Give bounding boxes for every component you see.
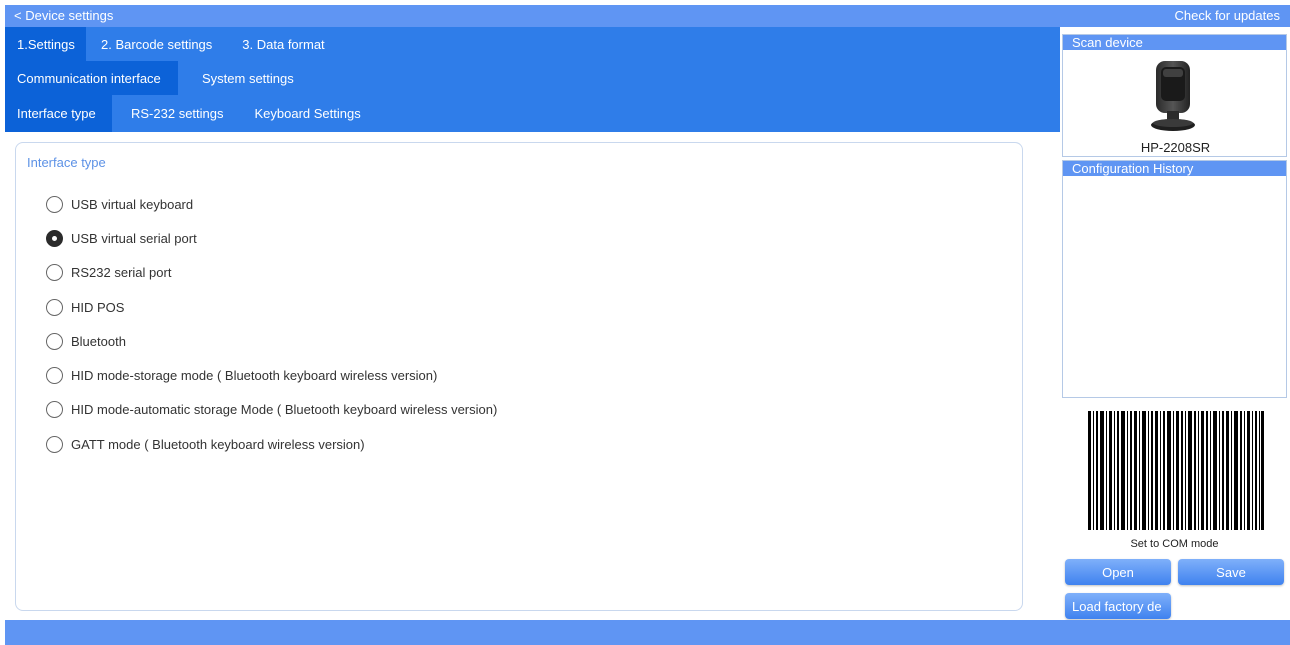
option-label: HID POS: [71, 299, 125, 315]
tab-communication-interface[interactable]: Communication interface: [5, 61, 178, 95]
option-label: RS232 serial port: [71, 265, 172, 281]
radio-button[interactable]: [46, 264, 63, 282]
tab-keyboard-settings[interactable]: Keyboard Settings: [236, 95, 373, 132]
option-hid-automatic-storage-mode[interactable]: HID mode-automatic storage Mode ( Blueto…: [46, 393, 497, 427]
configuration-history-title: Configuration History: [1063, 161, 1286, 176]
radio-button-selected[interactable]: [46, 229, 63, 247]
option-bluetooth[interactable]: Bluetooth: [46, 324, 497, 358]
barcode-caption: Set to COM mode: [1130, 538, 1219, 550]
radio-button[interactable]: [46, 367, 63, 385]
load-factory-defaults-button[interactable]: Load factory de: [1065, 593, 1171, 619]
bottom-status-bar: [5, 620, 1290, 645]
check-for-updates-link[interactable]: Check for updates: [1174, 8, 1280, 23]
scanner-device-icon: [1151, 61, 1195, 131]
top-bar: < Device settings Check for updates: [5, 5, 1290, 27]
tab-data-format[interactable]: 3. Data format: [227, 27, 339, 61]
scan-device-panel: Scan device HP-2208SR: [1062, 34, 1287, 157]
tab-barcode-settings[interactable]: 2. Barcode settings: [86, 27, 227, 61]
barcode-image: [1088, 411, 1264, 530]
tab-system-settings[interactable]: System settings: [178, 61, 306, 95]
option-label: USB virtual keyboard: [71, 196, 194, 212]
radio-button[interactable]: [46, 195, 63, 213]
option-hid-pos[interactable]: HID POS: [46, 290, 497, 324]
option-label: HID mode-automatic storage Mode ( Blueto…: [71, 402, 498, 418]
option-gatt-mode[interactable]: GATT mode ( Bluetooth keyboard wireless …: [46, 427, 497, 461]
device-model-name: HP-2208SR: [1140, 140, 1211, 155]
back-device-settings-link[interactable]: < Device settings: [14, 8, 113, 23]
interface-type-legend: Interface type: [27, 155, 106, 170]
option-label: Bluetooth: [71, 333, 126, 349]
tab-settings[interactable]: 1.Settings: [5, 27, 86, 61]
save-button[interactable]: Save: [1178, 559, 1284, 585]
radio-button[interactable]: [46, 298, 63, 316]
option-usb-virtual-serial-port[interactable]: USB virtual serial port: [46, 221, 497, 255]
scan-device-title: Scan device: [1063, 35, 1286, 50]
interface-options: USB virtual keyboard USB virtual serial …: [46, 187, 497, 461]
open-button[interactable]: Open: [1065, 559, 1171, 585]
option-label: HID mode-storage mode ( Bluetooth keyboa…: [71, 368, 438, 384]
option-rs232-serial-port[interactable]: RS232 serial port: [46, 256, 497, 290]
app-window: < Device settings Check for updates 1.Se…: [5, 5, 1290, 645]
option-usb-virtual-keyboard[interactable]: USB virtual keyboard: [46, 187, 497, 221]
secondary-tabs: Communication interface System settings: [5, 61, 306, 95]
tertiary-tabs: Interface type RS-232 settings Keyboard …: [5, 95, 373, 132]
option-label: GATT mode ( Bluetooth keyboard wireless …: [71, 436, 365, 452]
primary-tabs: 1.Settings 2. Barcode settings 3. Data f…: [5, 27, 340, 61]
option-hid-storage-mode[interactable]: HID mode-storage mode ( Bluetooth keyboa…: [46, 358, 497, 392]
option-label: USB virtual serial port: [71, 230, 197, 246]
radio-button[interactable]: [46, 401, 63, 419]
radio-button[interactable]: [46, 435, 63, 453]
radio-button[interactable]: [46, 332, 63, 350]
settings-tab-panel: 1.Settings 2. Barcode settings 3. Data f…: [5, 27, 1060, 132]
interface-type-group: Interface type USB virtual keyboard USB …: [15, 142, 1023, 611]
configuration-history-panel: Configuration History: [1062, 160, 1287, 398]
tab-rs232-settings[interactable]: RS-232 settings: [112, 95, 236, 132]
tab-interface-type[interactable]: Interface type: [5, 95, 112, 132]
